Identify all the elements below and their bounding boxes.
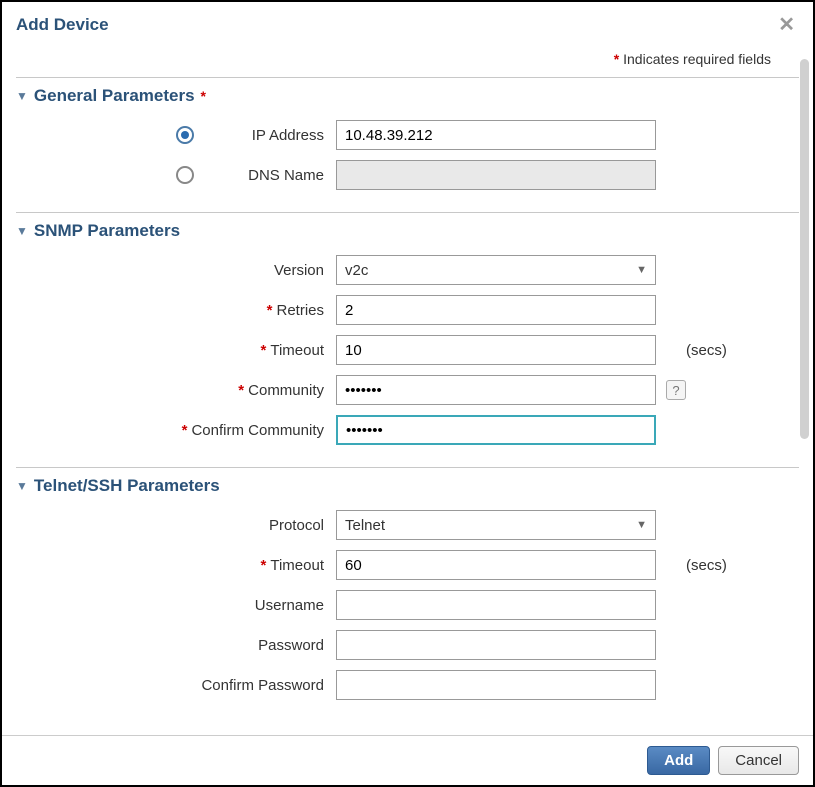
dns-name-input [336,160,656,190]
label-ip-address-text: IP Address [206,127,324,144]
timeout-snmp-input[interactable] [336,335,656,365]
required-note: * Indicates required fields [16,45,799,77]
label-timeout-snmp: * Timeout [16,342,336,359]
label-dns-name-text: DNS Name [206,167,324,184]
required-note-text: Indicates required fields [623,51,771,67]
section-title-general: General Parameters [34,86,195,106]
confirm-password-input[interactable] [336,670,656,700]
label-password: Password [16,637,336,654]
chevron-down-icon: ▼ [16,479,28,493]
section-header-snmp[interactable]: ▼ SNMP Parameters [16,221,799,245]
label-confirm-password: Confirm Password [16,677,336,694]
help-icon[interactable]: ? [666,380,686,400]
add-device-dialog: Add Device ✕ * Indicates required fields… [0,0,815,787]
close-icon[interactable]: ✕ [774,12,799,37]
row-protocol: Protocol Telnet ▼ [16,510,799,540]
dialog-body[interactable]: * Indicates required fields ▼ General Pa… [2,45,813,735]
row-confirm-password: Confirm Password [16,670,799,700]
protocol-select[interactable]: Telnet ▼ [336,510,656,540]
row-retries: * Retries [16,295,799,325]
scrollbar-thumb[interactable] [800,59,809,439]
row-timeout-telnet: * Timeout (secs) [16,550,799,580]
version-value: v2c [345,262,368,279]
chevron-down-icon: ▼ [16,224,28,238]
label-username: Username [16,597,336,614]
label-community: * Community [16,382,336,399]
community-input[interactable] [336,375,656,405]
section-telnet: ▼ Telnet/SSH Parameters Protocol Telnet … [16,467,799,722]
label-ip-address: IP Address [16,126,336,144]
required-star-icon: * [267,302,273,319]
password-input[interactable] [336,630,656,660]
protocol-value: Telnet [345,517,385,534]
timeout-telnet-input[interactable] [336,550,656,580]
label-timeout-telnet: * Timeout [16,557,336,574]
required-star-icon: * [614,51,619,67]
add-button[interactable]: Add [647,746,710,775]
label-dns-name: DNS Name [16,166,336,184]
required-star-icon: * [261,342,267,359]
timeout-telnet-suffix: (secs) [686,557,727,574]
chevron-down-icon: ▼ [636,519,647,531]
required-star-icon: * [201,88,206,104]
label-version: Version [16,262,336,279]
section-header-telnet[interactable]: ▼ Telnet/SSH Parameters [16,476,799,500]
ip-address-input[interactable] [336,120,656,150]
radio-dot-icon [181,131,189,139]
required-star-icon: * [182,422,188,439]
dialog-title: Add Device [16,15,109,35]
row-password: Password [16,630,799,660]
label-confirm-community: * Confirm Community [16,422,336,439]
cancel-button[interactable]: Cancel [718,746,799,775]
retries-input[interactable] [336,295,656,325]
dialog-footer: Add Cancel [2,735,813,785]
chevron-down-icon: ▼ [16,89,28,103]
section-title-telnet: Telnet/SSH Parameters [34,476,220,496]
timeout-snmp-suffix: (secs) [686,342,727,359]
section-title-snmp: SNMP Parameters [34,221,180,241]
radio-dns-name[interactable] [176,166,194,184]
row-confirm-community: * Confirm Community [16,415,799,445]
row-community: * Community ? [16,375,799,405]
confirm-community-input[interactable] [336,415,656,445]
section-snmp: ▼ SNMP Parameters Version v2c ▼ * Retrie… [16,212,799,467]
row-username: Username [16,590,799,620]
row-dns-name: DNS Name [16,160,799,190]
chevron-down-icon: ▼ [636,264,647,276]
section-general: ▼ General Parameters * IP Address DNS Na… [16,77,799,212]
version-select[interactable]: v2c ▼ [336,255,656,285]
dialog-header: Add Device ✕ [2,2,813,45]
section-header-general[interactable]: ▼ General Parameters * [16,86,799,110]
label-retries: * Retries [16,302,336,319]
username-input[interactable] [336,590,656,620]
required-star-icon: * [261,557,267,574]
label-protocol: Protocol [16,517,336,534]
row-timeout-snmp: * Timeout (secs) [16,335,799,365]
row-ip-address: IP Address [16,120,799,150]
radio-ip-address[interactable] [176,126,194,144]
row-version: Version v2c ▼ [16,255,799,285]
required-star-icon: * [238,382,244,399]
